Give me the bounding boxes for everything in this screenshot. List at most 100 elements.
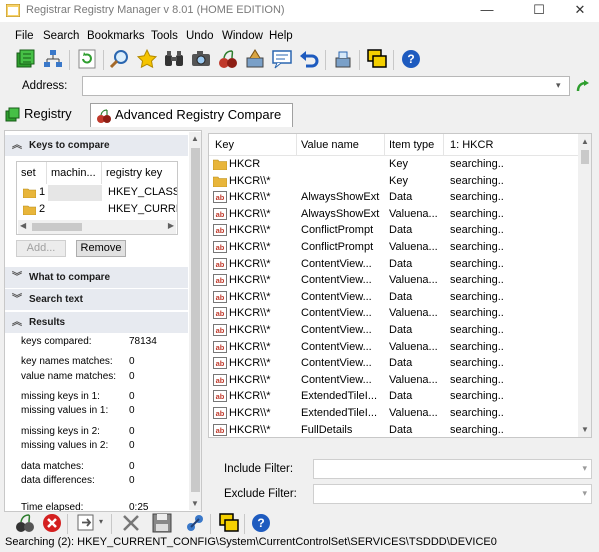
tab-strip: Registry Advanced Registry Compare (0, 103, 599, 127)
menu-window[interactable]: Window (222, 30, 263, 42)
undo-icon[interactable] (298, 48, 320, 70)
menu-undo[interactable]: Undo (186, 30, 214, 42)
table-row[interactable]: ab HKCR\\* ContentView... Valuena... searchi… (209, 272, 579, 289)
help-icon[interactable]: ? (400, 48, 422, 70)
horizontal-scrollbar[interactable]: ◀ ▶ (18, 220, 176, 234)
table-row[interactable]: 2 HKEY_CURRENT_CONFIG (17, 202, 177, 218)
cell-value-name: ExtendedTileI... (301, 407, 378, 419)
column-header-value-name[interactable]: Value name (301, 139, 359, 151)
cell-item-type: Data (389, 324, 413, 336)
maximize-button[interactable]: ☐ (517, 0, 561, 22)
compare-cherries-icon[interactable] (14, 512, 36, 534)
address-dropdown-icon[interactable]: ▾ (556, 80, 566, 92)
grid-header: Key Value name Item type 1: HKCR (209, 134, 579, 156)
menu-bookmarks[interactable]: Bookmarks (87, 30, 145, 42)
exclude-filter-label: Exclude Filter: (224, 488, 297, 500)
column-header-key[interactable]: Key (215, 139, 234, 151)
compare-cherries-icon[interactable] (217, 48, 239, 70)
svg-text:ab: ab (216, 426, 225, 435)
favorites-star-icon[interactable] (136, 48, 158, 70)
network-icon[interactable] (42, 48, 64, 70)
cell-key: HKCR\\* (229, 373, 271, 386)
address-label: Address: (22, 80, 68, 92)
svg-text:?: ? (407, 52, 414, 66)
minimize-button[interactable]: — (465, 0, 509, 22)
search-icon[interactable] (109, 48, 131, 70)
cell-value-name: FullDetails (301, 423, 353, 436)
tab-registry[interactable]: Registry (0, 103, 86, 127)
table-row[interactable]: ab HKCR\\* ExtendedTileI... Valuena... searc… (209, 405, 579, 422)
remove-key-button[interactable]: Remove (76, 240, 126, 257)
table-row[interactable]: ab HKCR\\* ContentView... Valuena... searchi… (209, 372, 579, 389)
menu-file[interactable]: File (15, 30, 34, 42)
results-header[interactable]: ︽ Results (5, 312, 188, 333)
windows-icon[interactable] (366, 48, 388, 70)
cell-value-name: ExtendedTileI... (301, 390, 378, 403)
column-header-registry-key[interactable]: registry key (102, 162, 177, 184)
column-header-set[interactable]: set (17, 162, 47, 184)
cell-hkcr-status: searching.. (450, 224, 504, 237)
table-row[interactable]: ab HKCR\\* ContentView... Data searching.. (209, 289, 579, 306)
svg-text:ab: ab (216, 260, 225, 269)
snapshot-camera-icon[interactable] (190, 48, 212, 70)
menu-search[interactable]: Search (43, 30, 79, 42)
go-arrow-icon[interactable] (575, 79, 591, 95)
windows-icon[interactable] (218, 512, 240, 534)
table-row[interactable]: ab HKCR\\* ContentView... Data searching.. (209, 355, 579, 372)
table-row[interactable]: ab HKCR\\* ContentView... Valuena... searchi… (209, 339, 579, 356)
column-header-item-type[interactable]: Item type (389, 139, 434, 151)
add-key-button[interactable]: Add... (16, 240, 66, 257)
network-link-icon[interactable] (184, 512, 206, 534)
address-input[interactable]: ▾ (82, 76, 570, 96)
chevron-down-icon[interactable]: ▾ (582, 463, 587, 474)
svg-text:ab: ab (216, 409, 225, 418)
table-row[interactable]: ab HKCR\\* AlwaysShowExt Data searching.. (209, 189, 579, 206)
backup-icon[interactable] (332, 48, 354, 70)
compare-toolbar: ▾ ? (0, 512, 599, 534)
string-value-icon: ab (213, 191, 227, 204)
stop-icon[interactable] (41, 512, 63, 534)
keys-to-compare-header[interactable]: ︽ Keys to compare (5, 135, 188, 156)
menu-help[interactable]: Help (269, 30, 293, 42)
table-row[interactable]: ab HKCR\\* ConflictPrompt Data searching.. (209, 222, 579, 239)
help-icon[interactable]: ? (250, 512, 272, 534)
table-row[interactable]: ab HKCR\\* ContentView... Data searching.. (209, 322, 579, 339)
refresh-icon[interactable] (76, 48, 98, 70)
column-header-machine[interactable]: machin... (47, 162, 102, 184)
table-row[interactable]: HKCR\\* Key searching.. (209, 173, 579, 190)
save-icon[interactable] (151, 512, 173, 534)
exclude-filter-input[interactable]: ▾ (313, 484, 592, 504)
table-row[interactable]: ab HKCR\\* ContentView... Data searching.. (209, 256, 579, 273)
include-filter-input[interactable]: ▾ (313, 459, 592, 479)
folder-icon (213, 159, 227, 170)
cell-hkcr-status: searching.. (450, 257, 504, 270)
cell-value-name: AlwaysShowExt (301, 207, 380, 220)
dropdown-arrow-icon[interactable]: ▾ (99, 517, 103, 526)
comment-icon[interactable] (271, 48, 293, 70)
delete-x-icon[interactable] (120, 512, 142, 534)
left-panel-scrollbar[interactable]: ▲ ▼ (189, 132, 201, 510)
cleaner-icon[interactable] (244, 48, 266, 70)
table-row[interactable]: 1 HKEY_CLASSES_ROOT (17, 185, 177, 201)
search-text-header[interactable]: ︾ Search text (5, 289, 188, 310)
what-to-compare-header[interactable]: ︾ What to compare (5, 267, 188, 288)
cell-hkcr-status: searching.. (450, 324, 504, 336)
binoculars-icon[interactable] (163, 48, 185, 70)
table-row[interactable]: ab HKCR\\* ContentView... Valuena... searchi… (209, 305, 579, 322)
cell-key: HKCR\\* (229, 407, 271, 419)
menu-tools[interactable]: Tools (151, 30, 178, 42)
column-header-hkcr[interactable]: 1: HKCR (450, 139, 493, 151)
table-row[interactable]: HKCR Key searching.. (209, 156, 579, 173)
grid-scrollbar[interactable]: ▲ ▼ (578, 134, 591, 437)
tab-advanced-registry-compare[interactable]: Advanced Registry Compare (90, 103, 293, 127)
table-row[interactable]: ab HKCR\\* ConflictPrompt Valuena... searchi… (209, 239, 579, 256)
close-button[interactable]: ✕ (558, 0, 599, 22)
compare-settings-panel: ︽ Keys to compare set machin... registry… (4, 130, 202, 512)
table-row[interactable]: ab HKCR\\* AlwaysShowExt Valuena... searchin… (209, 206, 579, 223)
table-row[interactable]: ab HKCR\\* ExtendedTileI... Data searching.. (209, 388, 579, 405)
cell-item-type: Valuena... (389, 274, 438, 287)
registry-cube-icon[interactable] (14, 48, 36, 70)
table-row[interactable]: ab HKCR\\* FullDetails Data searching.. (209, 422, 579, 437)
chevron-down-icon[interactable]: ▾ (582, 488, 587, 499)
go-arrow-icon[interactable] (76, 512, 98, 534)
